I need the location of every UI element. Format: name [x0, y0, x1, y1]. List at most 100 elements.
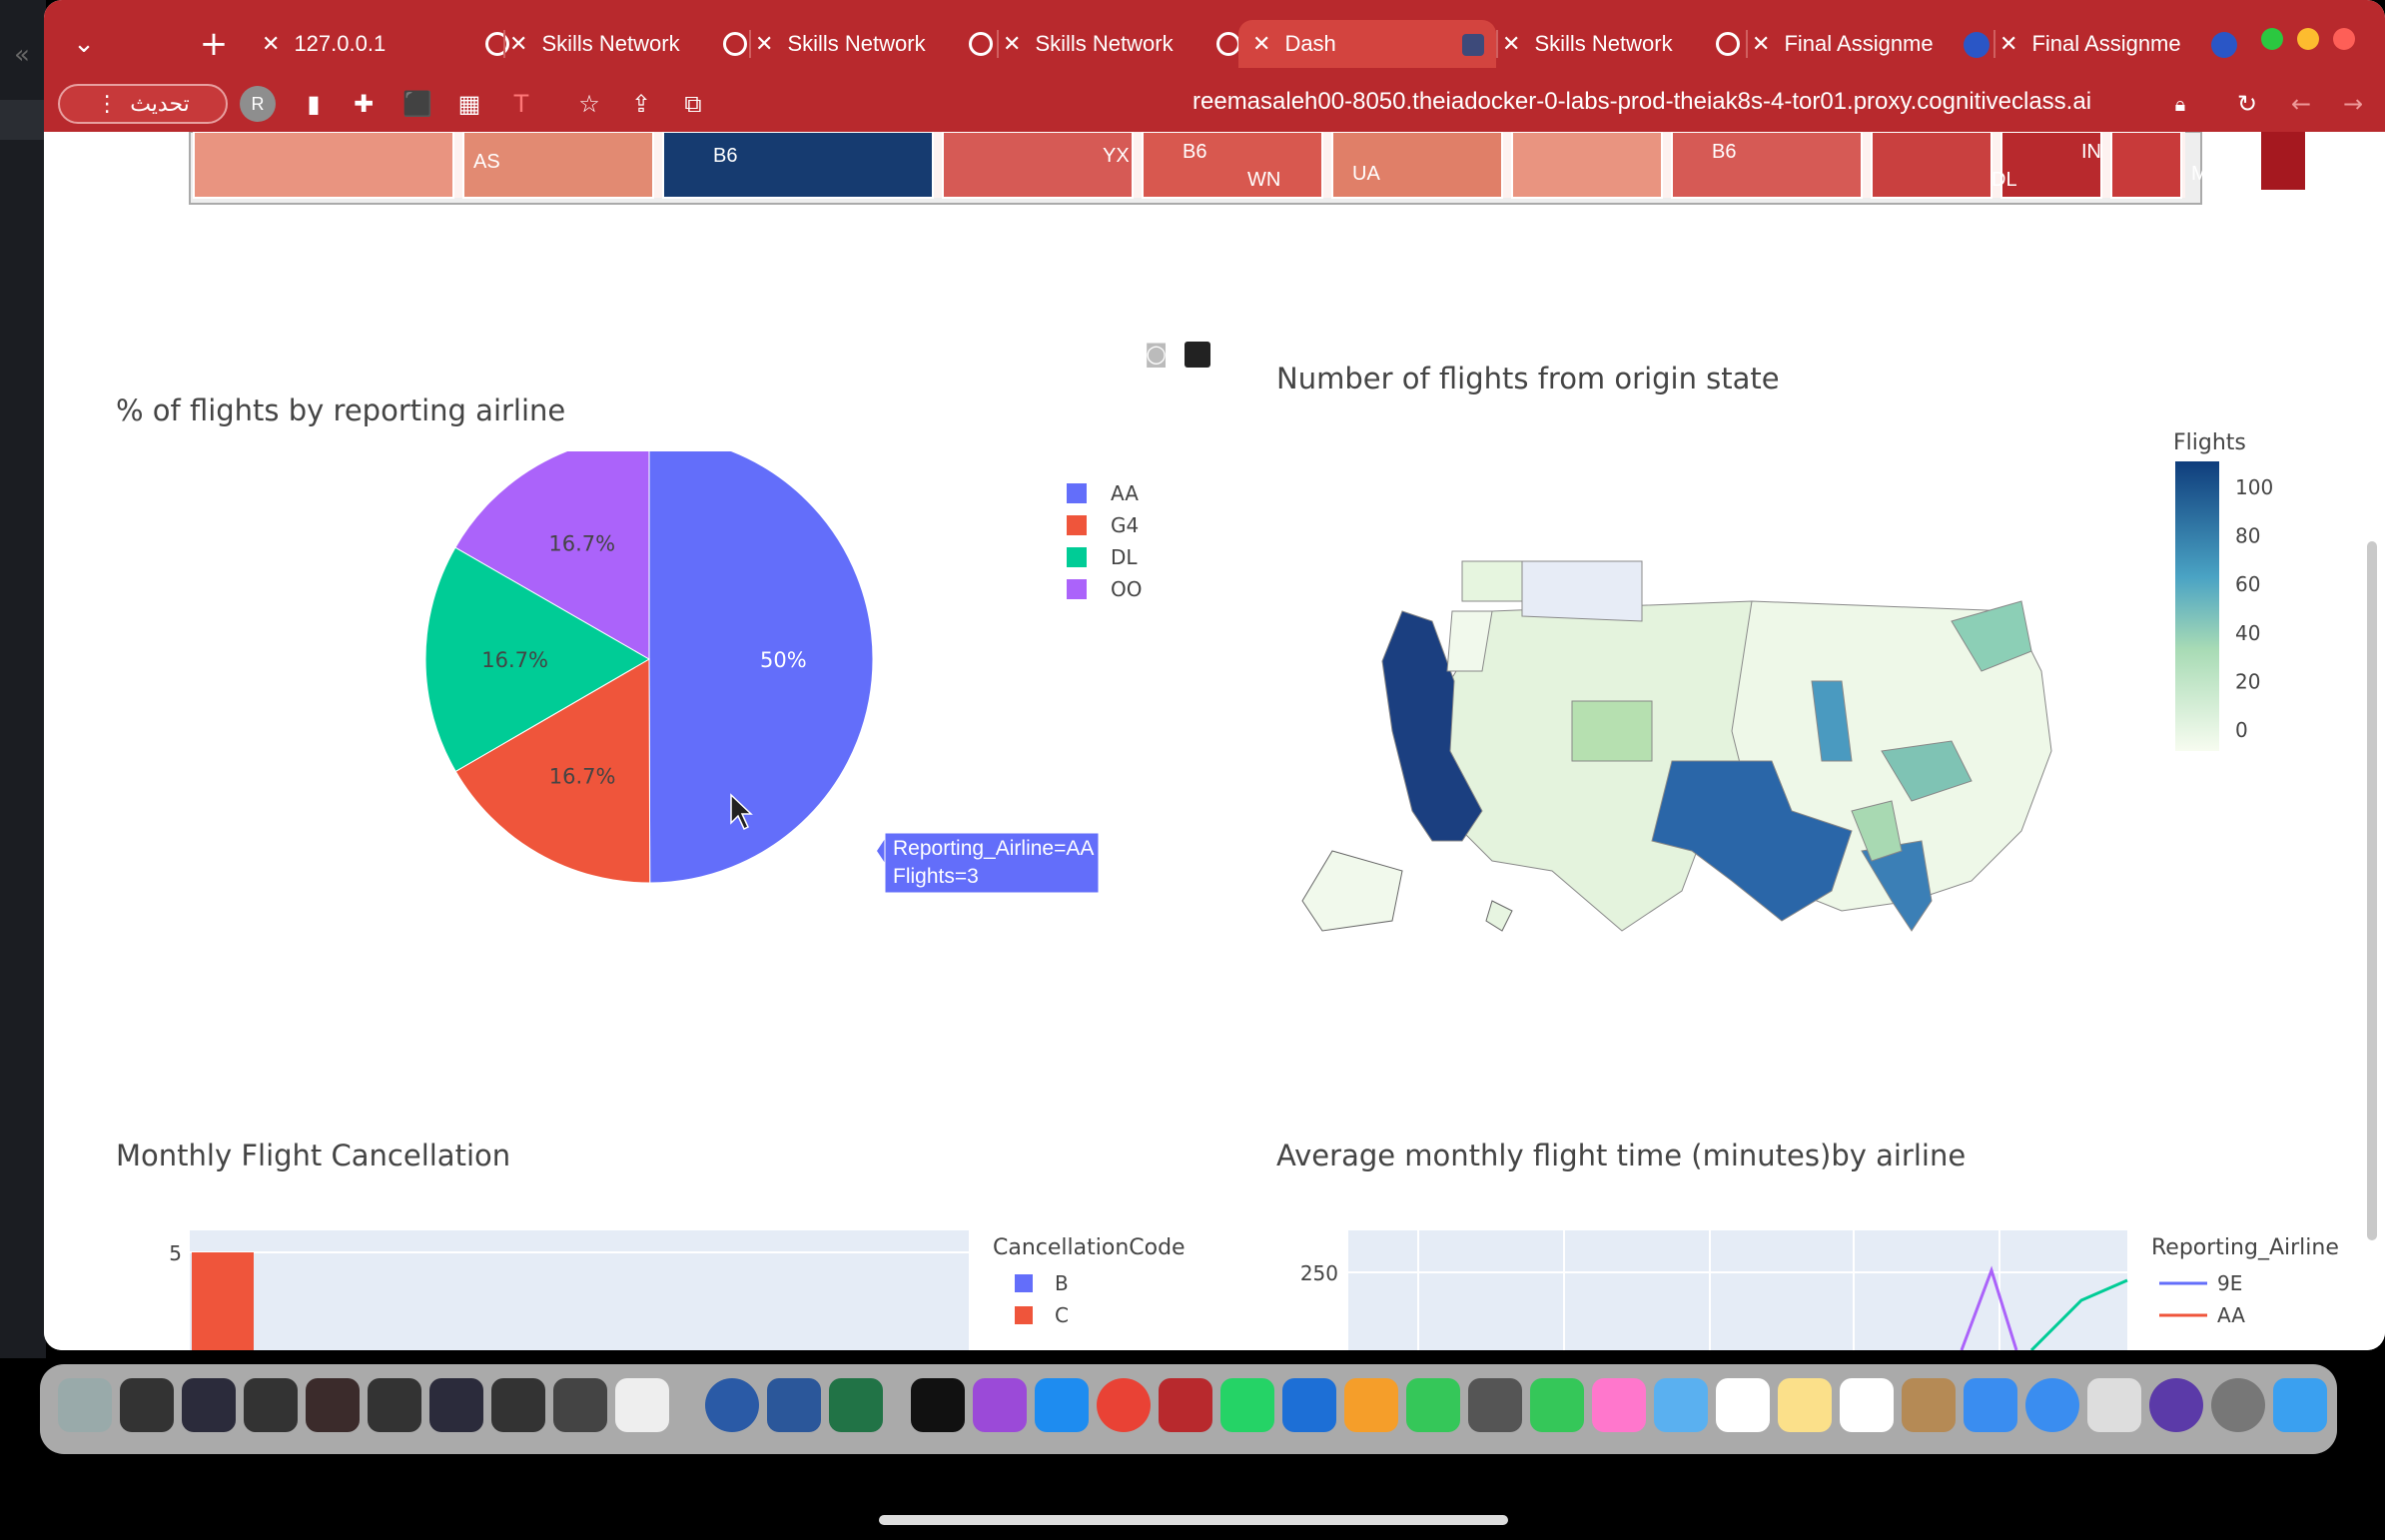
extensions-icon[interactable]: ✚ — [344, 84, 384, 124]
treemap-cell[interactable] — [1871, 132, 1992, 199]
system-settings-icon[interactable] — [2211, 1378, 2265, 1432]
tab-1[interactable]: ✕ 127.0.0.1 — [262, 20, 521, 68]
app-icon[interactable] — [1159, 1378, 1212, 1432]
close-icon[interactable]: ✕ — [755, 32, 773, 57]
flighttime-legend-9e[interactable]: 9E — [2217, 1271, 2242, 1295]
new-tab-button[interactable]: + — [194, 22, 234, 66]
word-icon[interactable] — [767, 1378, 821, 1432]
tab-2[interactable]: ✕ Skills Network — [503, 20, 759, 68]
notes-icon[interactable] — [1778, 1378, 1832, 1432]
tab-8[interactable]: ✕ Final Assignme — [1993, 20, 2249, 68]
window-thumb-icon[interactable] — [491, 1378, 545, 1432]
reload-icon[interactable]: ↻ — [2227, 84, 2267, 124]
back-icon[interactable]: ← — [2281, 84, 2321, 124]
document-icon[interactable] — [615, 1378, 669, 1432]
treemap-cell[interactable] — [2110, 132, 2182, 199]
treemap-cell[interactable] — [1511, 132, 1663, 199]
safari-icon[interactable] — [2025, 1378, 2079, 1432]
mail-icon[interactable] — [1964, 1378, 2017, 1432]
window-thumb-icon[interactable] — [429, 1378, 483, 1432]
tab-7[interactable]: ✕ Final Assignme — [1746, 20, 2001, 68]
treemap-chart[interactable]: ASB6YXB6WNUAB6DLINMEND — [44, 132, 2385, 222]
close-icon[interactable]: ✕ — [1752, 32, 1770, 57]
cancellation-legend-b[interactable]: B — [1055, 1271, 1069, 1295]
avatar[interactable]: R — [240, 86, 276, 122]
treemap-label: UA — [1352, 163, 1380, 185]
pie-chart[interactable]: 50% 16.7% 16.7% 16.7% AA G4 DL OO Reporting_Airl… — [44, 451, 1192, 971]
legend-item-oo[interactable]: OO — [1111, 577, 1142, 601]
extension-icon[interactable]: ⬛ — [398, 84, 437, 124]
window-thumb-icon[interactable] — [120, 1378, 174, 1432]
whatsapp-icon[interactable] — [1220, 1378, 1274, 1432]
close-icon[interactable]: ✕ — [1252, 32, 1270, 57]
window-thumb-icon[interactable] — [244, 1378, 298, 1432]
window-close-button[interactable] — [2333, 28, 2355, 50]
finder-icon[interactable] — [2273, 1378, 2327, 1432]
maps-icon[interactable] — [1654, 1378, 1708, 1432]
close-icon[interactable]: ✕ — [1502, 32, 1520, 57]
translate-icon[interactable]: ⧉ — [673, 84, 713, 124]
forward-icon[interactable]: → — [2333, 84, 2373, 124]
legend-item-aa[interactable]: AA — [1111, 481, 1139, 505]
camera-icon[interactable]: ◙ — [1145, 340, 1168, 368]
podcasts-icon[interactable] — [973, 1378, 1027, 1432]
tab-6[interactable]: ✕ Skills Network — [1496, 20, 1752, 68]
treemap-cell[interactable] — [662, 132, 934, 199]
apple-tv-icon[interactable] — [911, 1378, 965, 1432]
launchpad-icon[interactable] — [2087, 1378, 2141, 1432]
app-store-icon[interactable] — [1035, 1378, 1089, 1432]
choropleth-map[interactable]: Flights 100 80 60 40 20 0 — [1192, 431, 2341, 991]
window-zoom-button[interactable] — [2261, 28, 2283, 50]
close-icon[interactable]: ✕ — [1003, 32, 1021, 57]
page-scrollbar[interactable] — [2367, 541, 2377, 1240]
flighttime-legend-aa[interactable]: AA — [2217, 1303, 2245, 1327]
messages-icon[interactable] — [1530, 1378, 1584, 1432]
keynote-icon[interactable] — [1282, 1378, 1336, 1432]
bookmark-star-icon[interactable]: ☆ — [569, 84, 609, 124]
close-icon[interactable]: ✕ — [509, 32, 527, 57]
chrome-icon[interactable] — [1097, 1378, 1151, 1432]
window-thumb-icon[interactable] — [306, 1378, 360, 1432]
treemap-cell[interactable] — [193, 132, 454, 199]
window-thumb-icon[interactable] — [368, 1378, 421, 1432]
tab-4[interactable]: ✕ Skills Network — [997, 20, 1252, 68]
photos-icon[interactable] — [1592, 1378, 1646, 1432]
cancellation-bar[interactable] — [192, 1252, 254, 1350]
plotly-logo-icon[interactable] — [1185, 342, 1210, 368]
window-minimize-button[interactable] — [2297, 28, 2319, 50]
tab-5-active[interactable]: ✕ Dash — [1238, 20, 1496, 68]
treemap-label: WN — [1247, 169, 1280, 191]
close-icon[interactable]: ✕ — [1999, 32, 2017, 57]
treemap-label: YX — [1103, 145, 1130, 167]
quicktime-icon[interactable] — [705, 1378, 759, 1432]
treemap-cell[interactable] — [1671, 132, 1863, 199]
treemap-cell[interactable] — [1142, 132, 1323, 199]
legend-item-dl[interactable]: DL — [1111, 545, 1138, 569]
window-thumb-icon[interactable] — [182, 1378, 236, 1432]
contacts-icon[interactable] — [1902, 1378, 1956, 1432]
reminders-icon[interactable] — [1716, 1378, 1770, 1432]
facetime-icon[interactable] — [1406, 1378, 1460, 1432]
sidebar-icon[interactable]: ▮ — [294, 84, 334, 124]
trash-icon[interactable] — [58, 1378, 112, 1432]
extension-icon[interactable]: T — [501, 84, 541, 124]
pages-icon[interactable] — [1344, 1378, 1398, 1432]
extension-icon[interactable]: ▦ — [449, 84, 489, 124]
window-thumb-icon[interactable] — [553, 1378, 607, 1432]
share-icon[interactable]: ⇪ — [621, 84, 661, 124]
excel-icon[interactable] — [829, 1378, 883, 1432]
bottom-charts[interactable]: 5 CancellationCode B C 250 Reporting_Air… — [44, 1230, 2385, 1350]
reload-button[interactable]: ⋮ تحديث — [58, 84, 228, 124]
calendar-icon[interactable] — [1840, 1378, 1894, 1432]
chevron-left-icon[interactable]: « — [14, 40, 30, 70]
flighttime-legend-title: Reporting_Airline — [2151, 1235, 2339, 1260]
us-states — [1301, 560, 2052, 932]
tab-list-chevron-icon[interactable]: ⌄ — [64, 22, 104, 66]
legend-item-g4[interactable]: G4 — [1111, 513, 1139, 537]
tab-3[interactable]: ✕ Skills Network — [749, 20, 1005, 68]
close-icon[interactable]: ✕ — [262, 32, 280, 57]
calculator-icon[interactable] — [1468, 1378, 1522, 1432]
address-bar-url[interactable]: reemasaleh00-8050.theiadocker-0-labs-pro… — [1192, 88, 2091, 116]
siri-icon[interactable] — [2149, 1378, 2203, 1432]
cancellation-legend-c[interactable]: C — [1055, 1303, 1069, 1327]
